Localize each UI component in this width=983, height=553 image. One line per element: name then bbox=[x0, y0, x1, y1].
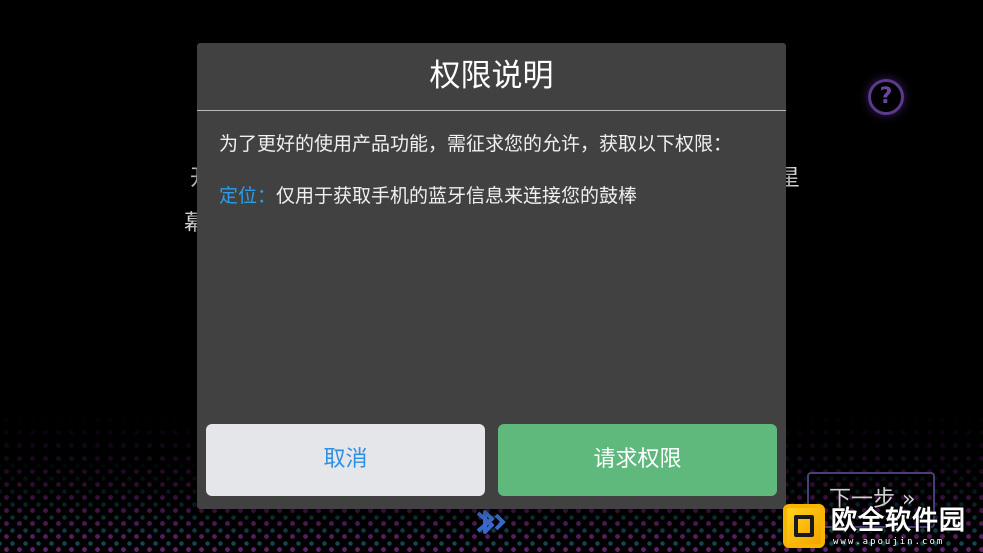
help-circle-icon[interactable]: ? bbox=[868, 79, 904, 115]
watermark-text: 欧全软件园 bbox=[831, 506, 967, 536]
dialog-title: 权限说明 bbox=[197, 43, 786, 111]
permission-description: 仅用于获取手机的蓝牙信息来连接您的鼓棒 bbox=[276, 185, 638, 207]
permission-name: 定位： bbox=[219, 185, 277, 207]
bluetooth-icon bbox=[472, 505, 512, 539]
request-permission-button[interactable]: 请求权限 bbox=[498, 424, 777, 496]
dialog-body: 为了更好的使用产品功能，需征求您的允许，获取以下权限： 定位：仅用于获取手机的蓝… bbox=[197, 111, 786, 211]
cancel-button[interactable]: 取消 bbox=[206, 424, 485, 496]
watermark-logo-icon bbox=[783, 504, 825, 548]
permission-item: 定位：仅用于获取手机的蓝牙信息来连接您的鼓棒 bbox=[219, 181, 764, 211]
watermark-url: www.apoujin.com bbox=[833, 537, 945, 547]
permission-dialog: 权限说明 为了更好的使用产品功能，需征求您的允许，获取以下权限： 定位：仅用于获… bbox=[197, 43, 786, 509]
dialog-description: 为了更好的使用产品功能，需征求您的允许，获取以下权限： bbox=[219, 133, 733, 155]
watermark: 欧全软件园 www.apoujin.com bbox=[783, 504, 979, 550]
